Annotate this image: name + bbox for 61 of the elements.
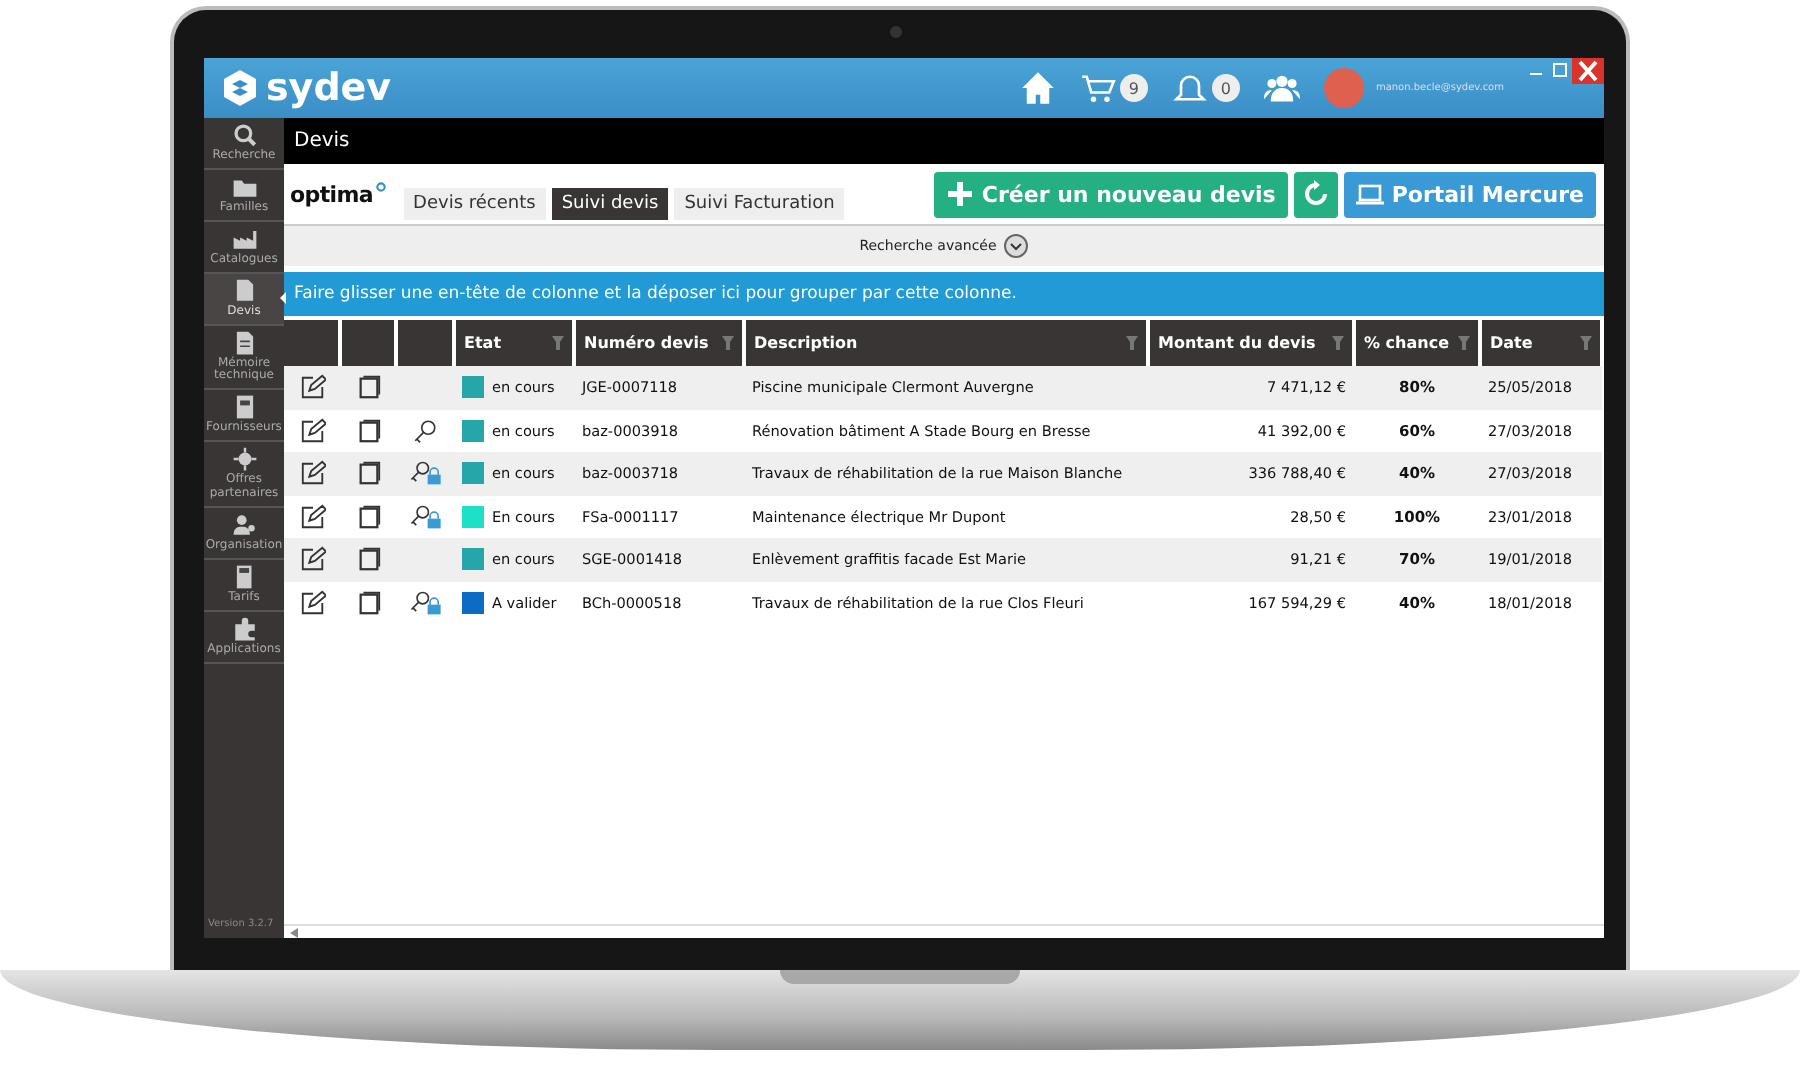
key-lock-icon[interactable]: [407, 460, 443, 487]
create-button[interactable]: Créer un nouveau devis: [933, 171, 1288, 217]
maximize-icon[interactable]: [1548, 58, 1572, 82]
column-header[interactable]: Date: [1480, 320, 1602, 366]
refresh-button[interactable]: [1293, 171, 1338, 217]
filter-icon[interactable]: [722, 336, 734, 350]
laptop-icon: [1355, 180, 1384, 208]
book-icon: [231, 394, 257, 421]
filter-icon[interactable]: [1126, 336, 1138, 350]
search-icon: [231, 122, 257, 148]
logo-icon: [220, 68, 260, 108]
calculator-icon: [231, 563, 257, 590]
tab[interactable]: Suivi Facturation: [674, 188, 845, 220]
tab[interactable]: Suivi devis: [551, 188, 669, 220]
app-logo: sydev: [266, 66, 392, 110]
filter-icon[interactable]: [1580, 336, 1592, 350]
column-header[interactable]: Description: [744, 320, 1148, 366]
factory-icon: [231, 225, 257, 252]
expand-icon[interactable]: [1004, 234, 1029, 258]
brand-logo: optima: [290, 181, 374, 207]
key-lock-icon[interactable]: [407, 589, 443, 616]
key-lock-icon[interactable]: [407, 503, 443, 530]
edit-icon[interactable]: [299, 417, 325, 444]
puzzle-icon: [231, 615, 257, 642]
column-header[interactable]: Montant du devis: [1148, 320, 1354, 366]
group-drop-banner: Faire glisser une en-tête de colonne et la déposer ici pour grouper par cette colonne.: [284, 272, 1604, 316]
plus-icon: [945, 180, 974, 208]
bell-icon[interactable]: [1171, 70, 1208, 106]
copy-icon[interactable]: [355, 374, 381, 401]
scroll-left-icon[interactable]: [290, 927, 298, 937]
cart-icon[interactable]: [1079, 70, 1116, 106]
people-icon: [231, 512, 257, 539]
refresh-icon: [1301, 180, 1330, 208]
page-title: Devis: [284, 118, 1604, 164]
filter-icon[interactable]: [552, 336, 564, 350]
cart-count: 9: [1119, 74, 1148, 102]
filter-icon[interactable]: [1332, 336, 1344, 350]
copy-icon[interactable]: [355, 460, 381, 487]
filter-icon[interactable]: [1458, 336, 1470, 350]
copy-icon[interactable]: [355, 589, 381, 616]
brand-mark-icon: [375, 181, 386, 191]
notification-count: 0: [1211, 74, 1240, 102]
copy-icon[interactable]: [355, 546, 381, 573]
copy-icon[interactable]: [355, 417, 381, 444]
column-header[interactable]: Etat: [454, 320, 574, 366]
sparkle-icon: [231, 446, 257, 473]
home-icon[interactable]: [1019, 70, 1056, 106]
edit-icon[interactable]: [299, 503, 325, 530]
copy-icon[interactable]: [355, 503, 381, 530]
column-header[interactable]: Numéro devis: [574, 320, 744, 366]
edit-icon[interactable]: [299, 374, 325, 401]
portal-button[interactable]: Portail Mercure: [1343, 171, 1596, 217]
edit-icon[interactable]: [299, 546, 325, 573]
tab[interactable]: Devis récents: [403, 188, 546, 220]
edit-icon[interactable]: [299, 589, 325, 616]
group-icon[interactable]: [1263, 70, 1300, 106]
doc-icon: [231, 329, 257, 356]
key-icon[interactable]: [412, 417, 438, 444]
edit-icon[interactable]: [299, 460, 325, 487]
column-header[interactable]: % chance: [1354, 320, 1480, 366]
close-icon[interactable]: [1572, 58, 1604, 84]
